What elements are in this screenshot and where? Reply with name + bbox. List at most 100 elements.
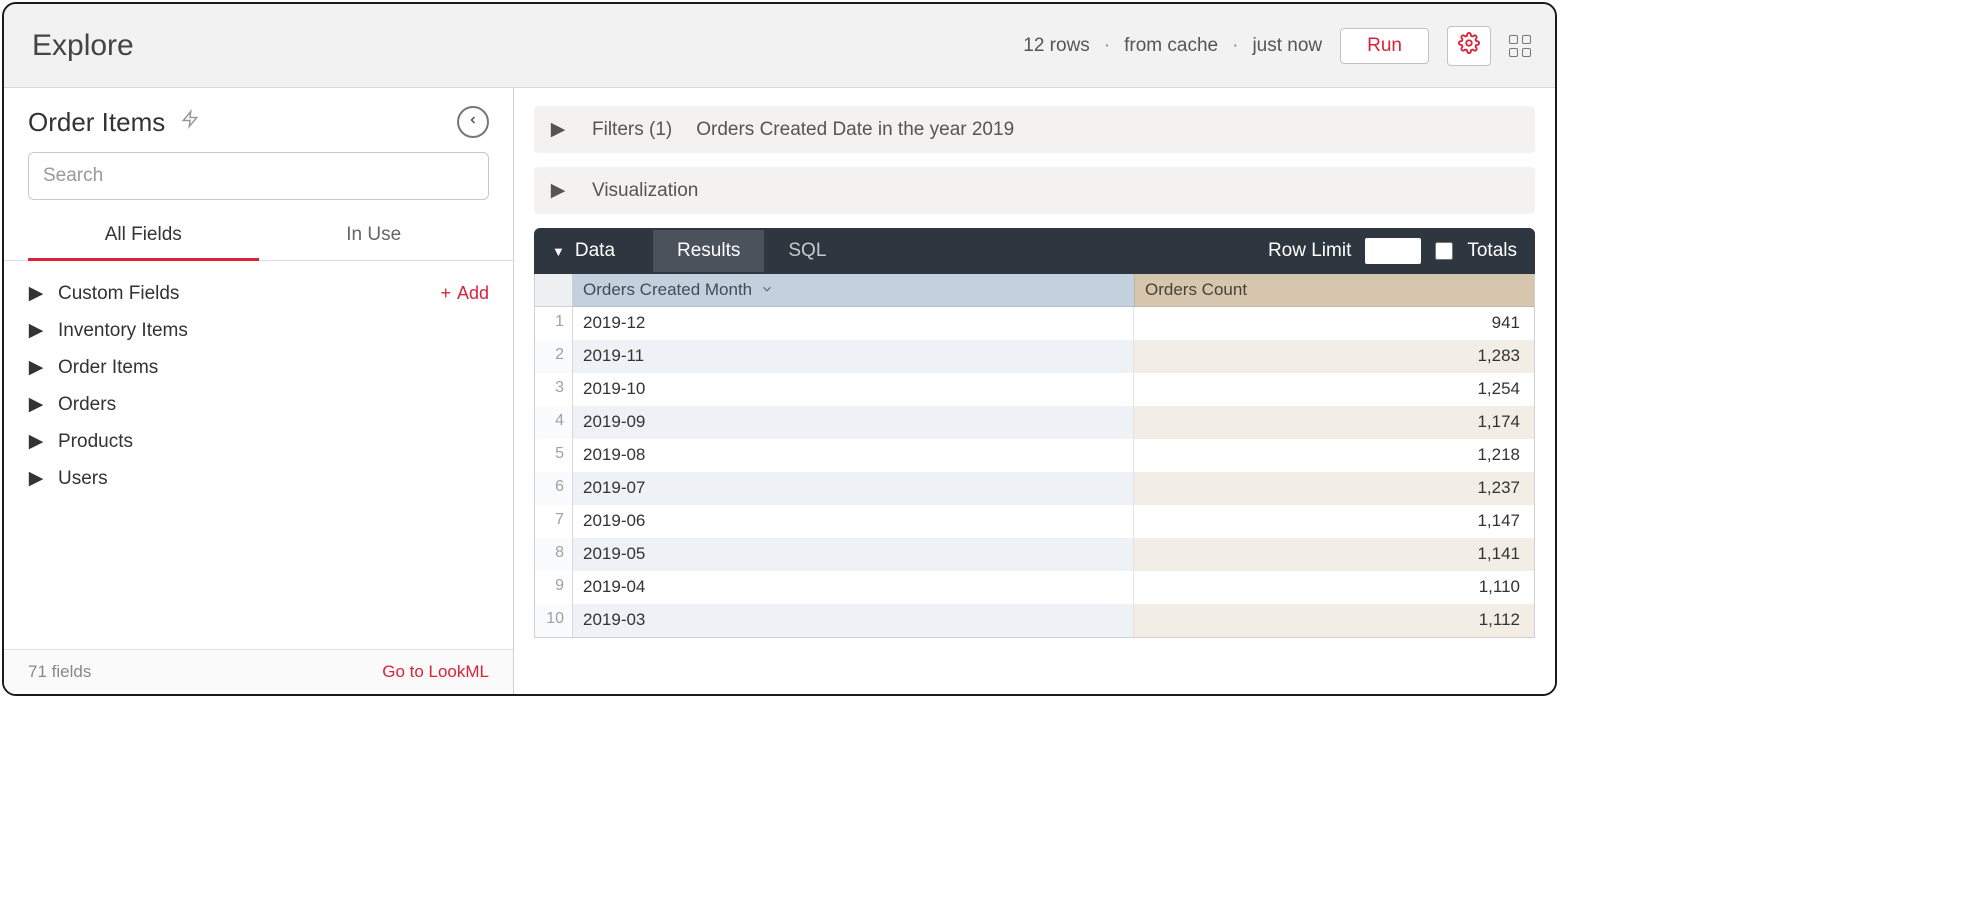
sidebar-footer: 71 fields Go to LookML <box>4 649 513 694</box>
caret-down-icon[interactable]: ▼ <box>552 244 565 259</box>
table-row[interactable]: 12019-12941 <box>535 307 1534 340</box>
filters-panel[interactable]: ▶ Filters (1) Orders Created Date in the… <box>534 106 1535 153</box>
table-row[interactable]: 82019-051,141 <box>535 538 1534 571</box>
table-body: 12019-1294122019-111,28332019-101,254420… <box>535 307 1534 637</box>
field-group-inventory-items[interactable]: ▶ Inventory Items <box>28 312 489 349</box>
table-row[interactable]: 102019-031,112 <box>535 604 1534 637</box>
search-input[interactable] <box>28 152 489 200</box>
meta-rows: 12 rows <box>1023 35 1090 57</box>
visualization-label: Visualization <box>592 180 698 202</box>
field-group-custom-fields[interactable]: ▶ Custom Fields +Add <box>28 275 489 312</box>
column-header-label: Orders Created Month <box>583 280 752 300</box>
plus-icon: + <box>440 283 451 303</box>
main-panel: ▶ Filters (1) Orders Created Date in the… <box>514 88 1555 694</box>
field-list: ▶ Custom Fields +Add ▶ Inventory Items ▶… <box>4 261 513 649</box>
column-header-measure[interactable]: Orders Count <box>1134 274 1534 307</box>
row-number: 9 <box>535 571 573 604</box>
totals-checkbox[interactable] <box>1435 242 1453 260</box>
table-row[interactable]: 22019-111,283 <box>535 340 1534 373</box>
query-meta: 12 rows · from cache · just now <box>1023 35 1322 57</box>
cell-dimension: 2019-05 <box>573 538 1134 571</box>
caret-right-icon: ▶ <box>28 356 44 379</box>
cell-dimension: 2019-07 <box>573 472 1134 505</box>
gear-icon <box>1458 32 1480 59</box>
cell-measure: 1,174 <box>1134 406 1534 439</box>
caret-right-icon: ▶ <box>28 319 44 342</box>
cell-dimension: 2019-11 <box>573 340 1134 373</box>
tab-results[interactable]: Results <box>653 230 764 272</box>
table-row[interactable]: 92019-041,110 <box>535 571 1534 604</box>
field-group-orders[interactable]: ▶ Orders <box>28 386 489 423</box>
explore-name: Order Items <box>28 107 165 138</box>
table-row[interactable]: 52019-081,218 <box>535 439 1534 472</box>
cell-measure: 1,254 <box>1134 373 1534 406</box>
row-number: 8 <box>535 538 573 571</box>
sort-desc-icon <box>760 282 774 299</box>
row-number: 10 <box>535 604 573 637</box>
row-number: 2 <box>535 340 573 373</box>
collapse-sidebar-button[interactable] <box>457 106 489 138</box>
chevron-left-icon <box>467 113 479 131</box>
tab-sql[interactable]: SQL <box>764 230 850 272</box>
cell-measure: 1,237 <box>1134 472 1534 505</box>
table-header: Orders Created Month Orders Count <box>535 274 1534 307</box>
caret-right-icon: ▶ <box>552 179 564 202</box>
row-number-header <box>535 274 573 307</box>
cell-dimension: 2019-12 <box>573 307 1134 340</box>
rowlimit-input[interactable] <box>1365 238 1421 264</box>
cell-measure: 1,283 <box>1134 340 1534 373</box>
field-group-label: Inventory Items <box>58 320 188 342</box>
cell-dimension: 2019-03 <box>573 604 1134 637</box>
add-custom-field-button[interactable]: + Add <box>440 283 489 304</box>
field-group-label: Products <box>58 431 133 453</box>
table-row[interactable]: 72019-061,147 <box>535 505 1534 538</box>
field-tabs: All Fields In Use <box>4 212 513 261</box>
visualization-panel[interactable]: ▶ Visualization <box>534 167 1535 214</box>
topbar: Explore 12 rows · from cache · just now … <box>4 4 1555 88</box>
column-header-label: Orders Count <box>1145 280 1247 299</box>
field-group-products[interactable]: ▶ Products <box>28 423 489 460</box>
go-to-lookml-link[interactable]: Go to LookML <box>382 662 489 682</box>
column-header-dimension[interactable]: Orders Created Month <box>573 274 1134 307</box>
cell-measure: 1,218 <box>1134 439 1534 472</box>
filters-label: Filters (1) <box>592 119 672 141</box>
cell-measure: 1,110 <box>1134 571 1534 604</box>
meta-time: just now <box>1252 35 1322 57</box>
dashboard-grid-button[interactable] <box>1509 35 1531 57</box>
cell-measure: 1,147 <box>1134 505 1534 538</box>
field-group-label: Orders <box>58 394 116 416</box>
add-label: Add <box>457 283 489 303</box>
bolt-icon[interactable] <box>181 108 199 136</box>
data-label[interactable]: Data <box>575 240 615 262</box>
run-button[interactable]: Run <box>1340 28 1429 64</box>
row-number: 6 <box>535 472 573 505</box>
field-group-order-items[interactable]: ▶ Order Items <box>28 349 489 386</box>
page-title: Explore <box>32 29 134 63</box>
cell-dimension: 2019-04 <box>573 571 1134 604</box>
table-row[interactable]: 32019-101,254 <box>535 373 1534 406</box>
field-group-users[interactable]: ▶ Users <box>28 460 489 497</box>
row-number: 7 <box>535 505 573 538</box>
cell-measure: 941 <box>1134 307 1534 340</box>
rowlimit-label: Row Limit <box>1268 240 1351 262</box>
explore-window: Explore 12 rows · from cache · just now … <box>2 2 1557 696</box>
table-row[interactable]: 42019-091,174 <box>535 406 1534 439</box>
cell-dimension: 2019-09 <box>573 406 1134 439</box>
data-bar: ▼ Data Results SQL Row Limit Totals <box>534 228 1535 274</box>
table-row[interactable]: 62019-071,237 <box>535 472 1534 505</box>
row-number: 1 <box>535 307 573 340</box>
cell-measure: 1,112 <box>1134 604 1534 637</box>
field-group-label: Users <box>58 468 108 490</box>
tab-all-fields[interactable]: All Fields <box>28 224 259 260</box>
meta-separator: · <box>1232 35 1238 57</box>
totals-label: Totals <box>1467 240 1517 262</box>
sidebar-header: Order Items <box>4 88 513 152</box>
tab-in-use[interactable]: In Use <box>259 224 490 260</box>
field-count: 71 fields <box>28 662 91 682</box>
results-table: Orders Created Month Orders Count 12019-… <box>534 274 1535 638</box>
caret-right-icon: ▶ <box>552 118 564 141</box>
field-group-label: Order Items <box>58 357 158 379</box>
row-number: 4 <box>535 406 573 439</box>
settings-button[interactable] <box>1447 26 1491 66</box>
caret-right-icon: ▶ <box>28 430 44 453</box>
